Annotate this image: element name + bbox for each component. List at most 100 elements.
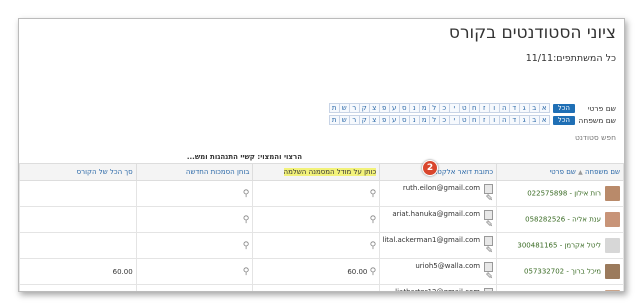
- student-cell[interactable]: ענת אליה - 058282526: [496, 206, 624, 233]
- grade-cell[interactable]: ⚲: [135, 206, 254, 233]
- letter-filter[interactable]: נ: [408, 103, 420, 113]
- letter-filter[interactable]: ע: [388, 103, 400, 113]
- search-student-input[interactable]: חפש סטודנט: [575, 133, 616, 142]
- letter-filter[interactable]: ד: [508, 103, 520, 113]
- letter-filter[interactable]: ו: [488, 115, 500, 125]
- letter-filter[interactable]: ט: [458, 103, 470, 113]
- grade-cell[interactable]: ⚲: [252, 284, 381, 291]
- search-icon[interactable]: ⚲: [370, 215, 377, 225]
- letter-filter[interactable]: ג: [518, 103, 530, 113]
- total-cell: 60.00: [19, 258, 137, 285]
- student-cell[interactable]: ליאת ברטור ביטון -: [496, 284, 624, 291]
- avatar: [605, 290, 620, 291]
- col-name[interactable]: שם משפחה ▲ שם פרטי: [496, 163, 624, 181]
- letter-filter[interactable]: י: [448, 115, 460, 125]
- letter-filter[interactable]: ב: [528, 103, 540, 113]
- pencil-icon[interactable]: ✎: [484, 272, 494, 282]
- grade-cell[interactable]: ⚲: [135, 258, 254, 285]
- letter-filter[interactable]: ל: [428, 103, 440, 113]
- letter-filter[interactable]: ל: [428, 115, 440, 125]
- letter-filter[interactable]: ס: [398, 103, 410, 113]
- letter-filter[interactable]: צ: [368, 115, 380, 125]
- letter-filter[interactable]: א: [538, 115, 550, 125]
- letter-filter[interactable]: ר: [348, 115, 360, 125]
- letter-filter[interactable]: ה: [498, 115, 510, 125]
- letter-filter[interactable]: ש: [338, 103, 350, 113]
- col-item2[interactable]: בוחן הסמכות החדשה: [135, 163, 254, 181]
- letter-filter[interactable]: ס: [398, 115, 410, 125]
- letter-filter[interactable]: צ: [368, 103, 380, 113]
- grade-value: 60.00: [347, 267, 368, 276]
- letter-filter[interactable]: ז: [478, 103, 490, 113]
- letter-filter[interactable]: א: [538, 103, 550, 113]
- letter-filter[interactable]: מ: [418, 103, 430, 113]
- search-icon[interactable]: ⚲: [243, 189, 250, 199]
- report-icon[interactable]: [484, 261, 494, 272]
- student-email: ruth.eilon@gmail.com: [402, 183, 481, 192]
- letter-filter[interactable]: ח: [468, 115, 480, 125]
- grade-cell[interactable]: ⚲: [252, 180, 381, 207]
- student-name[interactable]: ליטל אקרמן - 300481165: [517, 242, 601, 250]
- search-icon[interactable]: ⚲: [243, 241, 250, 251]
- letter-filter[interactable]: ת: [328, 103, 340, 113]
- search-icon[interactable]: ⚲: [370, 267, 377, 277]
- letter-filter[interactable]: מ: [418, 115, 430, 125]
- pencil-icon[interactable]: ✎: [484, 220, 494, 230]
- grade-cell[interactable]: ⚲: [252, 232, 381, 259]
- letter-filter[interactable]: ש: [338, 115, 350, 125]
- search-icon[interactable]: ⚲: [243, 215, 250, 225]
- pencil-icon[interactable]: ✎: [484, 246, 494, 256]
- student-name[interactable]: ענת אליה - 058282526: [525, 216, 601, 224]
- report-icon[interactable]: [484, 183, 494, 194]
- avatar: [605, 264, 620, 279]
- letter-filter[interactable]: ר: [348, 103, 360, 113]
- letter-filter[interactable]: ד: [508, 115, 520, 125]
- col-item1-label: כותן על מודל המסמנה השלמה: [283, 168, 377, 176]
- letter-filter[interactable]: נ: [408, 115, 420, 125]
- grade-cell[interactable]: ⚲: [252, 206, 381, 233]
- student-cell[interactable]: רות אילון - 022575898: [496, 180, 624, 207]
- report-icon[interactable]: [484, 235, 494, 246]
- grade-cell[interactable]: ⚲: [135, 232, 254, 259]
- letter-filter[interactable]: ג: [518, 115, 530, 125]
- report-icon[interactable]: [484, 209, 494, 220]
- callout-badge: 2: [422, 160, 438, 176]
- grade-cell[interactable]: ⚲ 60.00: [252, 258, 381, 285]
- letter-filter[interactable]: ו: [488, 103, 500, 113]
- letter-filter[interactable]: כ: [438, 115, 450, 125]
- total-cell: [19, 206, 137, 233]
- letter-filter[interactable]: ע: [388, 115, 400, 125]
- last-name-all-button[interactable]: הכל: [552, 115, 575, 125]
- letter-filter[interactable]: ט: [458, 115, 470, 125]
- first-name-all-button[interactable]: הכל: [552, 103, 575, 113]
- letter-filter[interactable]: ת: [328, 115, 340, 125]
- search-icon[interactable]: ⚲: [370, 241, 377, 251]
- first-name-letters: אבגדהוזחטיכלמנסעפצקרשת: [328, 103, 550, 113]
- letter-filter[interactable]: ז: [478, 115, 490, 125]
- letter-filter[interactable]: ה: [498, 103, 510, 113]
- sort-icon: ▲: [578, 169, 583, 176]
- search-icon[interactable]: ⚲: [243, 267, 250, 277]
- student-name[interactable]: מיכל ברוך - 057332702: [524, 268, 601, 276]
- grade-cell[interactable]: ⚲: [135, 180, 254, 207]
- col-total[interactable]: סך הכל של הקורס: [19, 163, 137, 181]
- student-email: ariat.hanuka@gmail.com: [392, 209, 481, 218]
- report-icon[interactable]: [484, 287, 494, 291]
- pencil-icon[interactable]: ✎: [484, 194, 494, 204]
- letter-filter[interactable]: פ: [378, 103, 390, 113]
- student-cell[interactable]: מיכל ברוך - 057332702: [496, 258, 624, 285]
- letter-filter[interactable]: ב: [528, 115, 540, 125]
- letter-filter[interactable]: ק: [358, 103, 370, 113]
- grade-cell[interactable]: ⚲: [135, 284, 254, 291]
- search-icon[interactable]: ⚲: [370, 189, 377, 199]
- col-email[interactable]: כתובת דואר אלקטרוני: [379, 163, 498, 181]
- letter-filter[interactable]: כ: [438, 103, 450, 113]
- student-cell[interactable]: ליטל אקרמן - 300481165: [496, 232, 624, 259]
- col-item1[interactable]: כותן על מודל המסמנה השלמה: [252, 163, 381, 181]
- letter-filter[interactable]: ק: [358, 115, 370, 125]
- letter-filter[interactable]: פ: [378, 115, 390, 125]
- letter-filter[interactable]: ח: [468, 103, 480, 113]
- letter-filter[interactable]: י: [448, 103, 460, 113]
- student-name[interactable]: רות אילון - 022575898: [527, 190, 601, 198]
- last-name-letters: אבגדהוזחטיכלמנסעפצקרשת: [328, 115, 550, 125]
